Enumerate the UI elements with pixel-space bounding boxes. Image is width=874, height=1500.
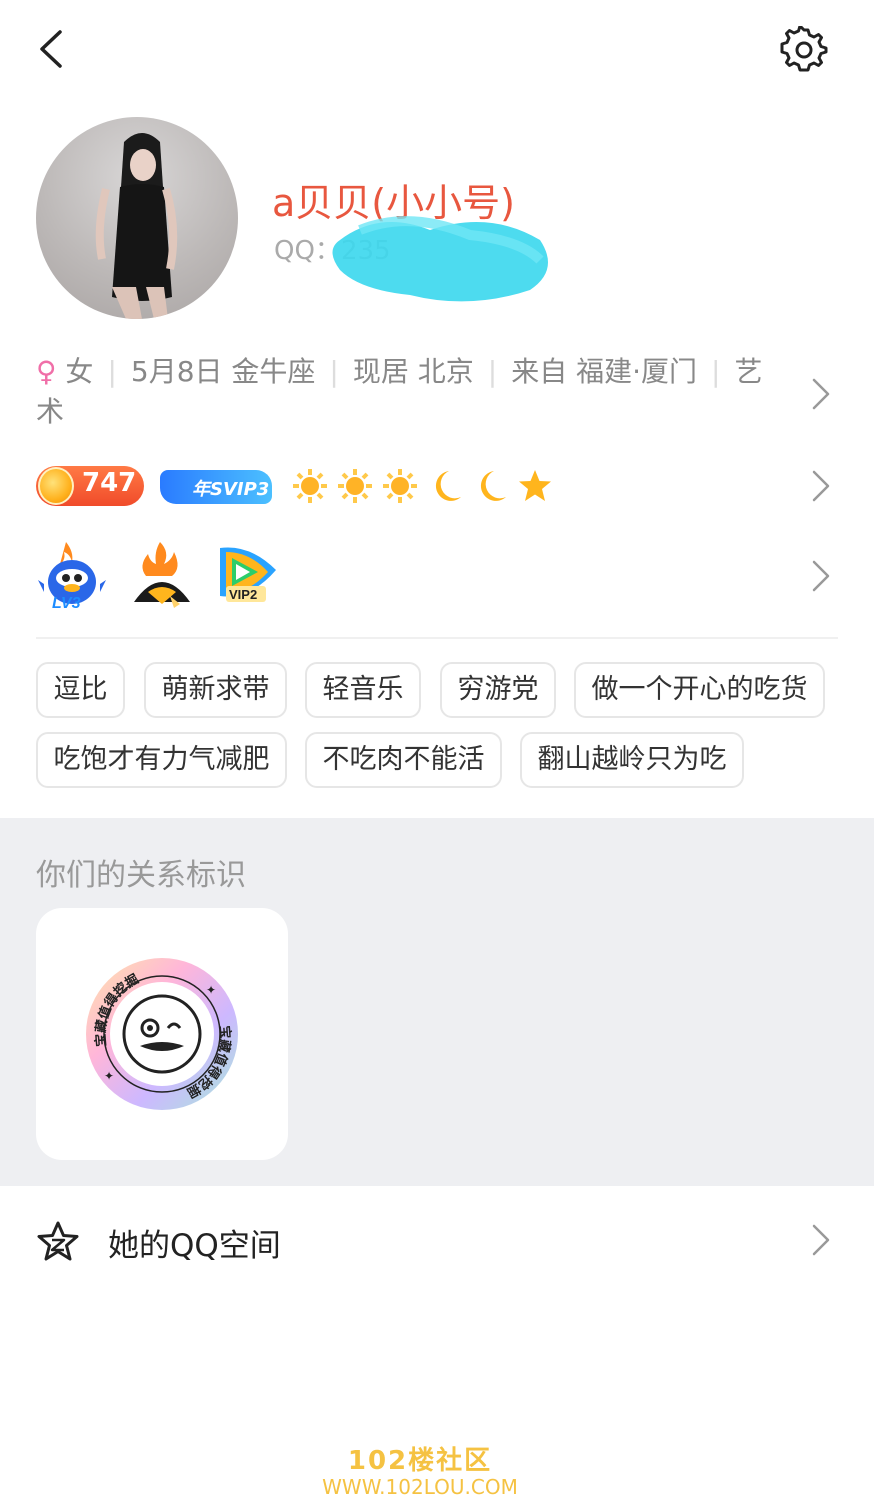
qq-level-icons [292,466,554,508]
level-badges[interactable]: 747 年SVIP3 [36,466,776,508]
chevron-left-icon [40,30,62,68]
divider: | [107,355,117,388]
site-watermark: 102楼社区 WWW.102LOU.COM [300,1440,540,1499]
section-divider [36,637,838,639]
tag-item[interactable]: 轻音乐 [305,662,421,718]
tag-item[interactable]: 不吃肉不能活 [305,732,502,788]
redaction-scribble [332,216,548,302]
coin-icon [38,467,74,505]
flame-penguin-icon [126,540,198,612]
coin-level-value: 747 [82,468,137,498]
svip-badge: 年SVIP3 [160,470,272,504]
settings-button[interactable] [780,24,828,74]
birthday: 5月8日 金牛座 [130,355,316,388]
svg-text:✦: ✦ [206,983,216,997]
svg-text:LV3: LV3 [52,595,81,612]
chevron-right-icon[interactable] [808,556,832,596]
svg-text:✦: ✦ [104,1069,114,1083]
qzone-label: 她的QQ空间 [108,1228,281,1264]
tag-item[interactable]: 萌新求带 [144,662,287,718]
privilege-badges[interactable]: LV3 VIP2 [36,540,796,614]
star-icon [517,466,554,506]
tag-item[interactable]: 做一个开心的吃货 [574,662,825,718]
qzone-entry[interactable]: 她的QQ空间 [0,1196,874,1286]
female-icon: ♀ [36,355,57,388]
profile-info[interactable]: ♀ 女 | 5月8日 金牛座 | 现居 北京 | 来自 福建·厦门 | 艺术 [36,352,776,432]
divider: | [487,355,498,388]
video-vip2-icon: VIP2 [212,540,284,612]
chevron-right-icon [812,1224,830,1256]
svg-text:VIP2: VIP2 [229,587,257,602]
divider: | [711,355,721,388]
chevron-right-icon[interactable] [808,374,832,414]
moon-icon [427,466,464,506]
divider: | [329,355,339,388]
qzone-star-icon [37,1221,79,1261]
tag-item[interactable]: 逗比 [36,662,125,718]
avatar[interactable] [36,117,238,319]
tag-item[interactable]: 穷游党 [440,662,556,718]
chevron-right-icon[interactable] [808,466,832,506]
watermark-title: 102楼社区 [347,1446,493,1476]
sun-icon [382,466,419,506]
gear-icon [780,24,828,72]
watermark-url: WWW.102LOU.COM [322,1475,518,1499]
tag-item[interactable]: 吃饱才有力气减肥 [36,732,287,788]
top-bar [0,0,874,100]
relation-section: 你们的关系标识 宝藏值得挖掘 宝藏值得挖掘 ✦ ✦ [0,818,874,1186]
relation-badge-card[interactable]: 宝藏值得挖掘 宝藏值得挖掘 ✦ ✦ [36,908,288,1160]
back-button[interactable] [30,24,74,74]
gender: 女 [65,355,94,388]
sun-icon [292,466,329,506]
penguin-lv3-icon: LV3 [36,540,108,612]
avatar-photo [95,133,178,319]
hometown: 来自 福建·厦门 [511,355,697,388]
relation-title: 你们的关系标识 [36,858,246,893]
tag-item[interactable]: 翻山越岭只为吃 [520,732,744,788]
sun-icon [337,466,374,506]
coin-level-badge: 747 [36,466,144,506]
residence: 现居 北京 [352,355,474,388]
moon-icon [472,466,509,506]
treasure-badge-icon: 宝藏值得挖掘 宝藏值得挖掘 ✦ ✦ [86,958,238,1110]
